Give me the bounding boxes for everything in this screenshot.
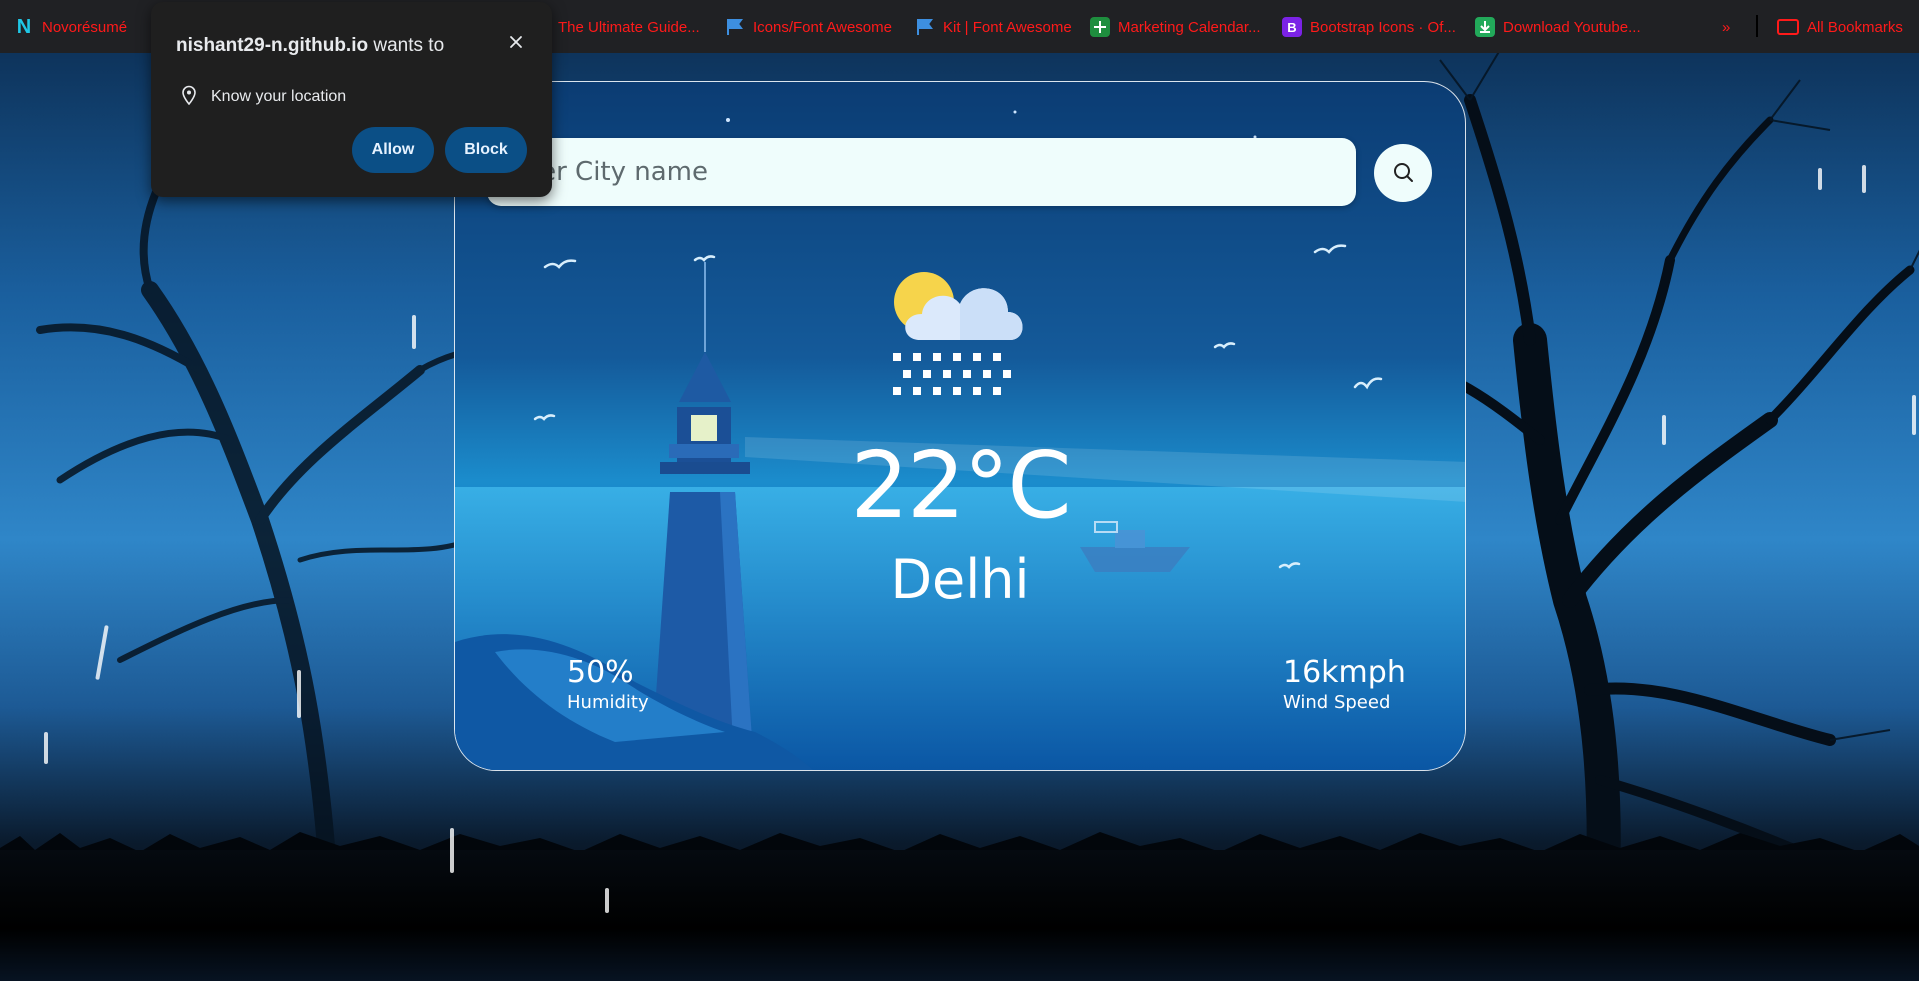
rain-drop bbox=[1818, 168, 1822, 190]
bookmark-label: Marketing Calendar... bbox=[1118, 18, 1261, 36]
novoresume-icon: N bbox=[16, 15, 32, 38]
city-search-input[interactable] bbox=[487, 138, 1356, 206]
popup-title: nishant29-n.github.io wants to bbox=[176, 35, 444, 57]
rain-drop bbox=[412, 315, 416, 349]
bookmark-label: The Ultimate Guide... bbox=[558, 18, 700, 36]
wind-speed-label: Wind Speed bbox=[1283, 692, 1391, 713]
bookmark-item[interactable]: Download Youtube... bbox=[1475, 14, 1641, 40]
block-button[interactable]: Block bbox=[445, 127, 527, 173]
rain-drop bbox=[44, 732, 48, 764]
bookmark-label: Icons/Font Awesome bbox=[753, 18, 892, 36]
bookmark-label: Novorésumé bbox=[42, 18, 128, 36]
location-permission-popup: nishant29-n.github.io wants to Know your… bbox=[151, 2, 552, 197]
search-button[interactable] bbox=[1374, 144, 1432, 202]
temperature-value: 22°C bbox=[850, 432, 1071, 539]
rain-drop bbox=[1912, 395, 1916, 435]
bookmark-item[interactable]: N Novorésumé bbox=[14, 14, 127, 40]
humidity-value: 50% bbox=[567, 655, 634, 690]
bootstrap-icon: B bbox=[1282, 17, 1302, 37]
bookmark-item[interactable]: Kit | Font Awesome bbox=[915, 14, 1072, 40]
rain-drop bbox=[450, 828, 454, 873]
rain-drop bbox=[1862, 165, 1866, 193]
location-pin-icon bbox=[181, 85, 197, 110]
bookmarks-overflow-button[interactable]: » bbox=[1722, 14, 1730, 40]
ground bbox=[0, 850, 1919, 981]
download-icon bbox=[1475, 17, 1495, 37]
popup-site: nishant29-n.github.io bbox=[176, 35, 369, 56]
bookmark-item[interactable]: B Bootstrap Icons · Of... bbox=[1282, 14, 1456, 40]
bookmark-label: Download Youtube... bbox=[1503, 18, 1641, 36]
cloud-sun-rain-icon bbox=[890, 268, 1030, 412]
bookmark-item[interactable]: The Ultimate Guide... bbox=[530, 14, 700, 40]
overflow-label: » bbox=[1722, 18, 1731, 36]
permission-text: Know your location bbox=[211, 88, 347, 105]
wind-speed-value: 16kmph bbox=[1283, 655, 1406, 690]
rain-drop bbox=[1662, 415, 1666, 445]
bookmarks-divider bbox=[1756, 15, 1758, 37]
font-awesome-flag-icon bbox=[725, 17, 745, 37]
humidity-label: Humidity bbox=[567, 692, 649, 713]
all-bookmarks-button[interactable]: All Bookmarks bbox=[1777, 14, 1903, 40]
popup-wants-to: wants to bbox=[373, 35, 445, 56]
bookmark-item[interactable]: Marketing Calendar... bbox=[1090, 14, 1261, 40]
folder-icon bbox=[1777, 19, 1799, 35]
search-icon bbox=[1392, 161, 1414, 186]
google-sheets-icon bbox=[1090, 17, 1110, 37]
bookmark-label: Kit | Font Awesome bbox=[943, 18, 1072, 36]
allow-button[interactable]: Allow bbox=[352, 127, 434, 173]
bookmark-item[interactable]: Icons/Font Awesome bbox=[725, 14, 892, 40]
all-bookmarks-label: All Bookmarks bbox=[1807, 18, 1903, 36]
close-icon[interactable] bbox=[506, 32, 526, 52]
bookmark-label: Bootstrap Icons · Of... bbox=[1310, 18, 1456, 36]
font-awesome-flag-icon bbox=[915, 17, 935, 37]
rain-drop bbox=[297, 670, 301, 718]
rain-drop bbox=[605, 888, 609, 913]
city-name: Delhi bbox=[890, 548, 1030, 611]
